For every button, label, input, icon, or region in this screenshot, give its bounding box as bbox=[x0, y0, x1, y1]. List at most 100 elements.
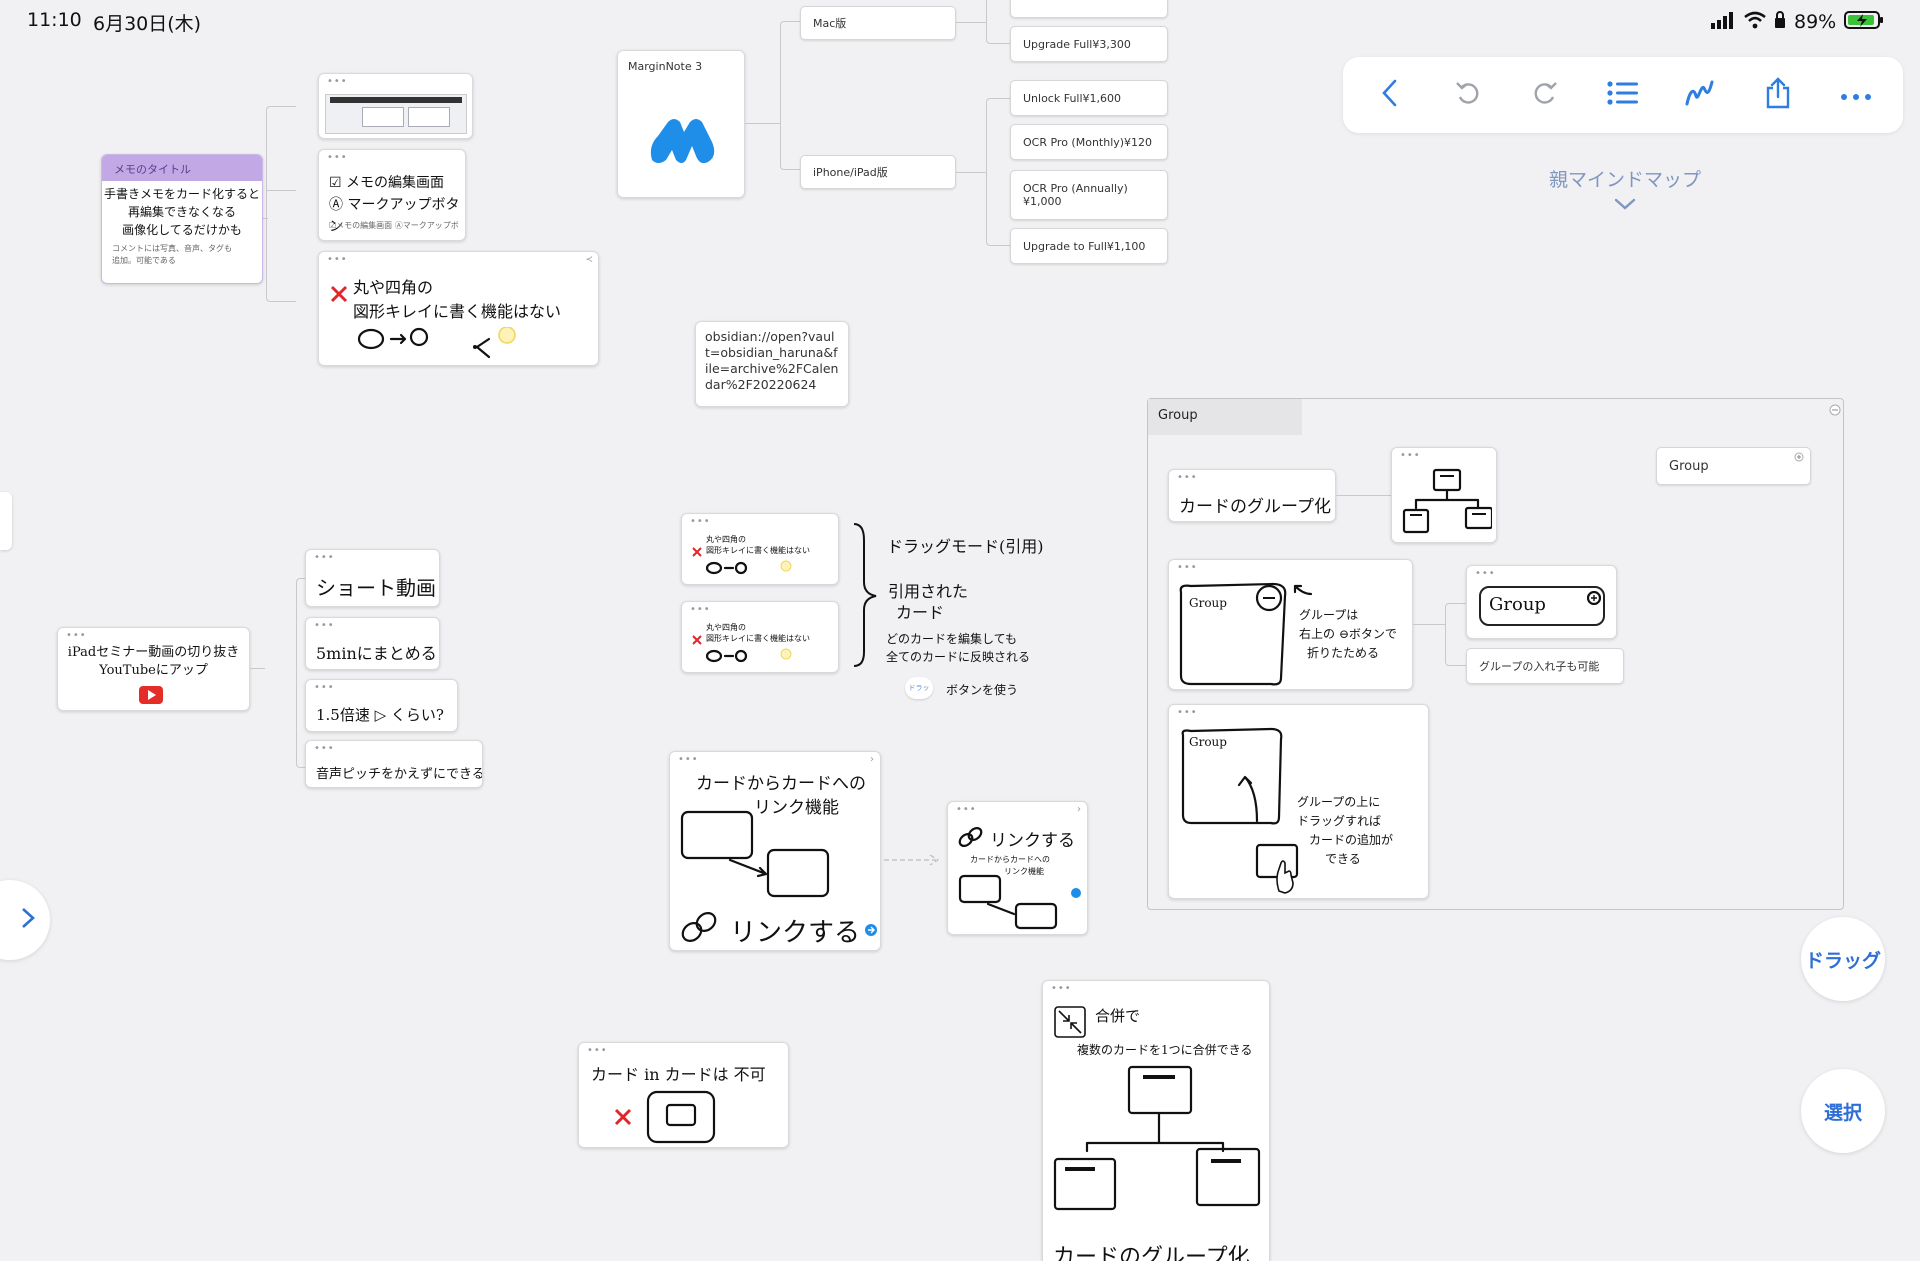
nested-caption-node[interactable]: グループの入れ子も可能 bbox=[1466, 648, 1624, 684]
quoted-line1: 引用された bbox=[888, 582, 969, 601]
ipad-unlock-node[interactable]: Unlock Full¥1,600 bbox=[1010, 80, 1168, 116]
outline-button[interactable] bbox=[1593, 65, 1653, 125]
merge-title: 合併で bbox=[1095, 1007, 1141, 1025]
memo-card-footer2: 追加。可能である bbox=[112, 256, 176, 265]
card-sketch-icon bbox=[680, 810, 830, 904]
parent-mindmap-button[interactable]: 親マインドマップ bbox=[1520, 165, 1730, 216]
quoted-card-2[interactable]: ••• 丸や四角の 図形キレイに書く機能はない bbox=[681, 601, 839, 673]
marginnote-card[interactable]: MarginNote 3 bbox=[617, 50, 745, 198]
link-card[interactable]: ••• › カードからカードへの リンク機能 リンクする bbox=[669, 751, 881, 951]
mac-upgrade-node[interactable]: Upgrade Full¥3,300 bbox=[1010, 26, 1168, 62]
fold-line2: 右上の ⊖ボタンで bbox=[1299, 627, 1397, 641]
tree-sketch-icon bbox=[1402, 468, 1494, 542]
mac-node[interactable]: Mac版 bbox=[800, 6, 956, 40]
expand-icon bbox=[1794, 452, 1804, 465]
ipad-ocr-monthly-node[interactable]: OCR Pro (Monthly)¥120 bbox=[1010, 124, 1168, 160]
pen-button[interactable] bbox=[1671, 65, 1731, 125]
tree-card[interactable]: ••• bbox=[1391, 447, 1497, 543]
pitch-label: 音声ピッチをかえずにできる? bbox=[316, 767, 483, 782]
ipad-upgrade-node[interactable]: Upgrade to Full¥1,100 bbox=[1010, 228, 1168, 264]
left-edge-handle[interactable] bbox=[0, 492, 12, 550]
grouping-label: カードのグループ化 bbox=[1179, 497, 1331, 517]
shape-card[interactable]: ••• ≺ 丸や四角の 図形キレイに書く機能はない bbox=[318, 251, 599, 366]
merge-card[interactable]: ••• 合併で 複数のカードを1つに合併できる カードのグループ化 bbox=[1042, 980, 1270, 1261]
wifi-icon bbox=[1744, 11, 1766, 33]
group-pill-label: Group bbox=[1669, 458, 1709, 474]
signal-icon bbox=[1710, 11, 1736, 33]
memo-screenshot-card[interactable]: ••• bbox=[318, 73, 473, 139]
more-icon bbox=[1840, 86, 1872, 105]
more-button[interactable] bbox=[1826, 65, 1886, 125]
parent-mindmap-label: 親マインドマップ bbox=[1548, 169, 1701, 191]
five-min-card[interactable]: ••• 5minにまとめる bbox=[305, 617, 440, 670]
group-pill[interactable]: Group bbox=[1656, 447, 1811, 485]
collapse-icon[interactable] bbox=[1829, 401, 1841, 420]
ipad-node-label: iPhone/iPad版 bbox=[813, 166, 888, 179]
shape-line1: 丸や四角の bbox=[353, 278, 434, 297]
ipad-ocr-annual-node[interactable]: OCR Pro (Annually) ¥1,000 bbox=[1010, 170, 1168, 220]
add-line1: グループの上に bbox=[1297, 795, 1381, 809]
chevron-down-icon bbox=[1520, 194, 1730, 216]
link-action-label: リンクする bbox=[730, 918, 861, 948]
select-label: 選択 bbox=[1823, 1101, 1862, 1124]
status-time: 11:10 bbox=[27, 9, 82, 31]
merge-icon bbox=[1053, 1005, 1087, 1043]
quoted-card-1[interactable]: ••• 丸や四角の 図形キレイに書く機能はない bbox=[681, 513, 839, 585]
sketch-icon bbox=[357, 326, 527, 365]
card-sketch-icon bbox=[958, 874, 1058, 934]
cross-icon bbox=[613, 1107, 633, 1131]
add-group-box-label: Group bbox=[1189, 735, 1227, 749]
battery-icon bbox=[1844, 10, 1884, 34]
link-badge-icon bbox=[864, 922, 878, 941]
mac-upgrade-label: Upgrade Full¥3,300 bbox=[1023, 37, 1131, 51]
expand-sidebar-button[interactable] bbox=[0, 880, 50, 960]
mac-node-label: Mac版 bbox=[813, 17, 847, 30]
group-title: Group bbox=[1158, 408, 1198, 423]
back-button[interactable] bbox=[1360, 65, 1420, 125]
pitch-card[interactable]: ••• 音声ピッチをかえずにできる? bbox=[305, 740, 483, 788]
drag-card-icon bbox=[1255, 843, 1305, 898]
short-video-card[interactable]: ••• ショート動画 bbox=[305, 549, 440, 607]
expand-icon bbox=[1586, 590, 1602, 609]
grouping-card[interactable]: ••• カードのグループ化 bbox=[1168, 469, 1336, 522]
ipad-ocr-annual-price: ¥1,000 bbox=[1023, 195, 1062, 208]
memo-edit-card[interactable]: ••• ☑ メモの編集画面 Ⓐ マークアップボタン ☑メモの編集画面 Ⓐマークア… bbox=[318, 149, 466, 241]
video-root-card[interactable]: ••• iPadセミナー動画の切り抜き YouTubeにアップ bbox=[57, 627, 250, 711]
link-badge-icon bbox=[1070, 884, 1082, 903]
chevron-right-icon: › bbox=[870, 754, 874, 765]
add-line4: できる bbox=[1325, 852, 1361, 866]
fold-card[interactable]: ••• Group グループは 右上の ⊖ボタンで 折りたためる bbox=[1168, 559, 1413, 690]
fold-box-label: Group bbox=[1189, 596, 1227, 610]
memo-card-line3: 画像化してるだけかも bbox=[122, 223, 242, 237]
status-bar: 11:10 6月30日(木) 89% bbox=[0, 0, 1920, 40]
nested-group-card[interactable]: ••• Group bbox=[1466, 565, 1617, 639]
marginnote-title: MarginNote 3 bbox=[628, 60, 703, 73]
back-icon bbox=[1379, 78, 1401, 112]
card-in-card-label: カード in カードは 不可 bbox=[591, 1065, 766, 1084]
add-to-group-card[interactable]: ••• Group グループの上に ドラッグすれば カードの追加が できる bbox=[1168, 704, 1429, 899]
link-target-card[interactable]: ••• › リンクする カードからカードへの リンク機能 bbox=[947, 801, 1088, 935]
battery-percent: 89% bbox=[1794, 11, 1837, 33]
link-title-line1: カードからカードへの bbox=[696, 774, 866, 794]
memo-card[interactable]: メモのタイトル 手書きメモをカード化すると 再編集できなくなる 画像化してるだけ… bbox=[101, 154, 263, 284]
marginnote-logo-icon bbox=[648, 116, 718, 170]
add-line3: カードの追加が bbox=[1309, 833, 1394, 847]
redo-button[interactable] bbox=[1515, 65, 1575, 125]
quoted-line2: カード bbox=[896, 603, 945, 622]
memo-edit-caption: ☑メモの編集画面 Ⓐマークアップボ bbox=[329, 221, 459, 230]
ipad-upgrade-label: Upgrade to Full¥1,100 bbox=[1023, 239, 1146, 253]
select-button[interactable]: 選択 bbox=[1801, 1069, 1885, 1153]
share-button[interactable] bbox=[1748, 65, 1808, 125]
memo-edit-line2: Ⓐ マークアップボタン bbox=[329, 197, 460, 235]
mac-unlock-node[interactable] bbox=[1010, 0, 1168, 18]
drag-mode-button[interactable]: ドラッグ bbox=[1801, 917, 1885, 1001]
undo-button[interactable] bbox=[1438, 65, 1498, 125]
speed-card[interactable]: ••• 1.5倍速 ▷ くらい? bbox=[305, 679, 458, 732]
obsidian-link-card[interactable]: obsidian://open?vault=obsidian_haruna&fi… bbox=[695, 321, 849, 407]
ipad-node[interactable]: iPhone/iPad版 bbox=[800, 155, 956, 189]
drag-chip-icon[interactable]: ドラッ bbox=[905, 677, 933, 699]
screenshot-thumbnail bbox=[325, 94, 467, 134]
redo-icon bbox=[1531, 79, 1559, 111]
merge-bottom-label: カードのグループ化 bbox=[1053, 1245, 1250, 1261]
card-in-card-card[interactable]: ••• カード in カードは 不可 bbox=[578, 1042, 789, 1148]
